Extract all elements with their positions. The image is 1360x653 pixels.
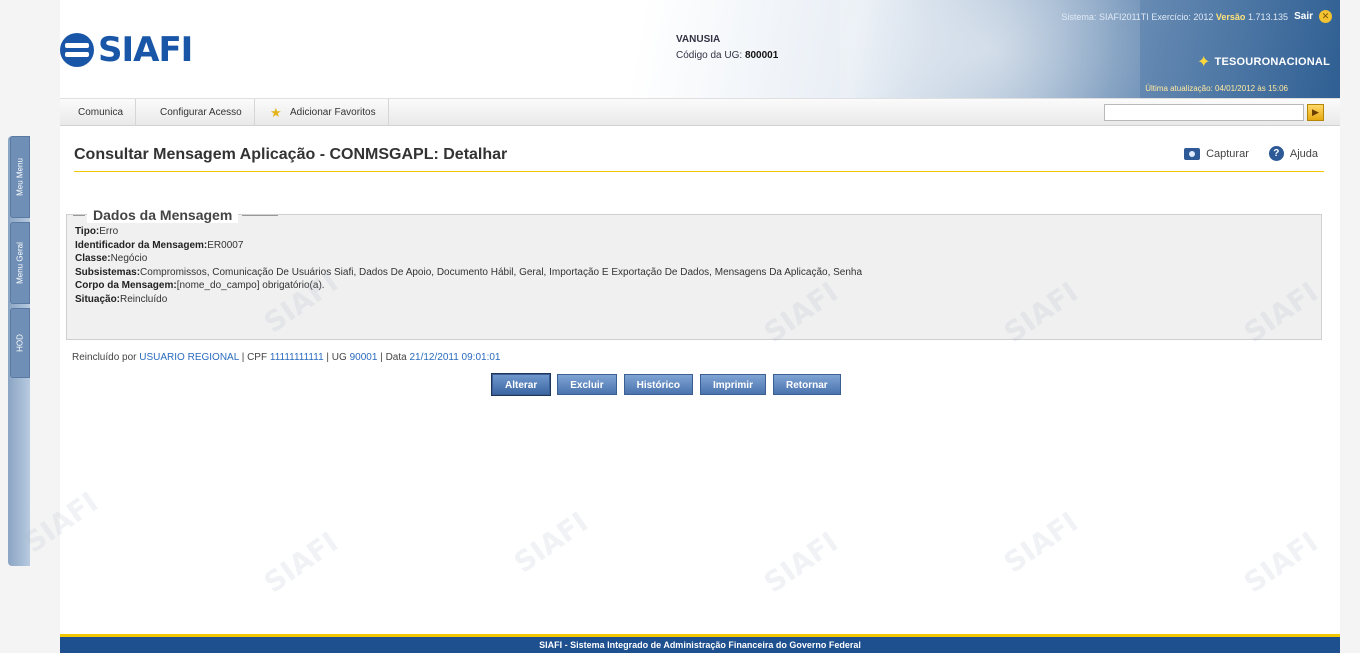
message-fields: Tipo:Erro Identificador da Mensagem:ER00… [75, 225, 862, 306]
logout-label: Sair [1294, 11, 1313, 22]
field-key: Identificador da Mensagem: [75, 239, 208, 251]
capture-button[interactable]: Capturar [1184, 147, 1249, 160]
watermark: SIAFI [257, 525, 344, 600]
audit-cpf-label: | CPF [241, 352, 268, 363]
field-key: Classe: [75, 253, 111, 264]
nav-item-label: Comunica [78, 107, 124, 118]
field-key: Situação: [75, 293, 121, 305]
watermark: SIAFI [757, 525, 844, 600]
audit-cpf[interactable]: 11111111111 [270, 352, 324, 363]
side-tabs: Meu Menu Menu Geral HOD [0, 136, 30, 566]
watermark: SIAFI [507, 505, 594, 580]
ug-label: Código da UG: [676, 50, 743, 61]
nav-item-comunica[interactable]: Comunica [66, 99, 137, 126]
tesouro-label: TESOURONACIONAL [1214, 56, 1330, 68]
footer: SIAFI - Sistema Integrado de Administraç… [60, 634, 1340, 653]
title-divider [74, 171, 1324, 172]
page-tools: Capturar ? Ajuda [1184, 146, 1318, 161]
message-fieldset: Dados da Mensagem Tipo:Erro Identificado… [66, 207, 1322, 340]
nav-item-adicionar-favoritos[interactable]: ★ Adicionar Favoritos [262, 99, 389, 126]
field-corpo: Corpo da Mensagem:[nome_do_campo] obriga… [75, 279, 862, 293]
user-name: VANUSIA [676, 34, 721, 45]
field-key: Subsistemas: [75, 266, 141, 278]
system-value: SIAFI2011TI [1098, 12, 1149, 22]
search-input[interactable] [1104, 104, 1304, 121]
audit-user-link[interactable]: USUARIO REGIONAL [139, 352, 239, 363]
field-tipo: Tipo:Erro [75, 225, 862, 239]
historico-button[interactable]: Histórico [623, 374, 693, 395]
field-value: Negócio [110, 253, 148, 264]
ug-value: 800001 [744, 50, 779, 61]
search-go-button[interactable]: ▶ [1307, 104, 1324, 121]
watermark: SIAFI [1237, 525, 1324, 600]
nav-item-configurar-acesso[interactable]: Configurar Acesso [148, 99, 255, 126]
field-value: ER0007 [207, 239, 244, 251]
audit-prefix: Reincluído por [72, 352, 137, 363]
help-label: Ajuda [1289, 147, 1318, 160]
close-icon: ✕ [1319, 10, 1332, 23]
field-value: Erro [99, 226, 119, 237]
logout-button[interactable]: Sair ✕ [1294, 10, 1332, 23]
audit-ug-label: | UG [326, 352, 347, 363]
tab-label: Meu Menu [15, 158, 25, 196]
audit-date-label: | Data [380, 352, 407, 363]
tab-menu-geral[interactable]: Menu Geral [10, 222, 30, 304]
ug-info: Código da UG: 800001 [676, 48, 778, 64]
fieldset-legend: Dados da Mensagem [72, 207, 279, 223]
user-block: VANUSIA Código da UG: 800001 [676, 32, 778, 64]
tab-meu-menu[interactable]: Meu Menu [10, 136, 30, 218]
nav-item-label: Configurar Acesso [160, 107, 242, 118]
app-window: SIAFI VANUSIA Código da UG: 800001 Siste… [0, 0, 1360, 653]
field-situacao: Situação:Reincluído [75, 293, 862, 307]
versao-value: 1.713.135 [1247, 12, 1288, 22]
help-button[interactable]: ? Ajuda [1268, 146, 1318, 161]
star-icon: ★ [270, 105, 282, 120]
tab-label: Menu Geral [15, 242, 25, 284]
field-subsistemas: Subsistemas:Compromissos, Comunicação De… [75, 266, 862, 280]
siafi-logo-icon [60, 33, 94, 67]
field-value: [nome_do_campo] obrigatório(a). [176, 280, 325, 291]
camera-icon [1184, 147, 1201, 160]
right-margin [1340, 0, 1360, 653]
main-content: Consultar Mensagem Aplicação - CONMSGAPL… [18, 126, 1340, 634]
audit-ug[interactable]: 90001 [350, 352, 378, 363]
imprimir-button[interactable]: Imprimir [699, 374, 766, 395]
tab-hod[interactable]: HOD [10, 308, 30, 378]
help-icon: ? [1268, 146, 1284, 161]
arrow-right-icon: ▶ [1312, 107, 1319, 117]
field-classe: Classe:Negócio [75, 252, 862, 266]
field-value: Reincluído [120, 293, 168, 305]
exercicio-label: Exercício: [1151, 12, 1191, 22]
nav-item-label: Adicionar Favoritos [290, 107, 376, 118]
last-update-value: 04/01/2012 às 15:06 [1215, 84, 1288, 93]
watermark: SIAFI [17, 485, 104, 560]
audit-date: 21/12/2011 09:01:01 [409, 352, 501, 363]
field-key: Tipo: [75, 226, 100, 237]
last-update-label: Última atualização: [1145, 84, 1213, 93]
tesouro-star-icon: ✦ [1196, 54, 1211, 71]
top-navbar: Comunica Configurar Acesso ★ Adicionar F… [60, 98, 1340, 126]
siafi-logo: SIAFI [60, 30, 193, 70]
watermark: SIAFI [997, 505, 1084, 580]
logo-text: SIAFI [98, 30, 193, 70]
alterar-button[interactable]: Alterar [490, 373, 552, 396]
field-value: Compromissos, Comunicação De Usuários Si… [140, 266, 863, 278]
field-key: Corpo da Mensagem: [75, 280, 177, 291]
versao-label: Versão [1215, 12, 1246, 22]
tab-label: HOD [15, 334, 25, 352]
page-title: Consultar Mensagem Aplicação - CONMSGAPL… [74, 146, 508, 163]
last-update: Última atualização: 04/01/2012 às 15:06 [1145, 84, 1288, 93]
action-buttons: Alterar Excluir Histórico Imprimir Retor… [490, 373, 841, 396]
tesouro-nacional-logo: ✦ TESOURONACIONAL [1197, 52, 1330, 72]
field-identificador: Identificador da Mensagem:ER0007 [75, 239, 862, 253]
exercicio-value: 2012 [1193, 12, 1214, 22]
capture-label: Capturar [1206, 147, 1249, 160]
excluir-button[interactable]: Excluir [557, 374, 617, 395]
system-label: Sistema: [1061, 12, 1097, 22]
audit-line: Reincluído por USUARIO REGIONAL | CPF 11… [72, 352, 500, 363]
header: SIAFI VANUSIA Código da UG: 800001 Siste… [60, 0, 1340, 98]
system-info: Sistema: SIAFI2011TI Exercício: 2012 Ver… [1061, 12, 1288, 22]
retornar-button[interactable]: Retornar [772, 374, 841, 395]
